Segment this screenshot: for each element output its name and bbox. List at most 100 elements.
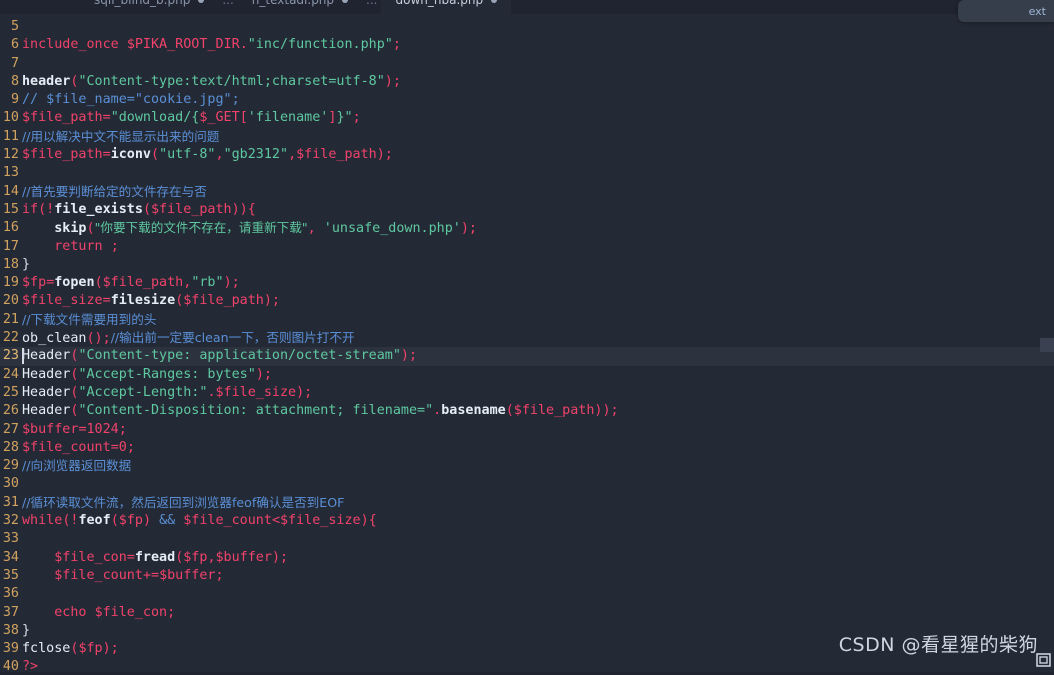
line-number: 11 [2, 128, 19, 144]
code-line[interactable]: 33 [0, 530, 1054, 548]
code-line[interactable]: 7 [0, 55, 1054, 73]
line-number: 21 [2, 311, 19, 327]
code-lines-container: 5 6 include_once $PIKA_ROOT_DIR."inc/func… [0, 14, 1054, 675]
code-line[interactable]: 24 Header("Accept-Ranges: bytes"); [0, 366, 1054, 384]
code-line[interactable]: 10 $file_path="download/{$_GET['filename'… [0, 109, 1054, 127]
code-line-text: Header("Accept-Length:".$file_size); [22, 384, 313, 400]
code-line-text: header("Content-type:text/html;charset=u… [22, 73, 401, 89]
line-number: 10 [2, 110, 19, 126]
scrollbar-marker[interactable] [1040, 338, 1054, 352]
code-line[interactable]: 19 $fp=fopen($file_path,"rb"); [0, 274, 1054, 292]
code-line-text: $file_count=0; [22, 439, 135, 455]
code-line[interactable]: 22 ob_clean();//输出前一定要clean一下，否则图片打不开 [0, 329, 1054, 347]
line-number: 19 [2, 275, 19, 291]
code-line[interactable]: 18} [0, 256, 1054, 274]
line-number: 14 [2, 183, 19, 199]
code-line[interactable]: 12 $file_path=iconv("utf-8","gb2312",$fil… [0, 146, 1054, 164]
code-line-text: $file_path=iconv("utf-8","gb2312",$file_… [22, 147, 393, 163]
resize-corner-icon [1036, 653, 1051, 667]
tab-separator-1: ... [366, 0, 378, 7]
tab-dirty-indicator-icon [342, 0, 349, 3]
code-line-text: // $file_name="cookie.jpg"; [22, 92, 240, 108]
code-line-text: echo $file_con; [54, 604, 176, 620]
floating-panel[interactable]: ext [958, 0, 1054, 22]
editor-tab-0[interactable]: sqli_blind_b.php [80, 0, 218, 14]
line-number: 12 [2, 147, 19, 163]
code-line-text: Header("Content-type: application/octet-… [22, 348, 418, 364]
code-line-text: skip("你要下载的文件不存在，请重新下载", 'unsafe_down.ph… [54, 220, 477, 237]
code-line-text: //向浏览器返回数据 [22, 458, 132, 474]
editor-vertical-scrollbar[interactable] [1040, 14, 1054, 675]
editor-tab-1[interactable]: n_textadi.php [238, 0, 362, 14]
code-line-text: return ; [54, 238, 119, 254]
code-line[interactable]: 13 [0, 164, 1054, 182]
editor-tab-label: n_textadi.php [251, 0, 335, 7]
code-line-text: } [22, 622, 31, 638]
line-number: 34 [2, 549, 19, 565]
code-line[interactable]: 11//用以解决中文不能显示出来的问题 [0, 128, 1054, 146]
line-number: 22 [2, 330, 19, 346]
code-line[interactable]: 16 skip("你要下载的文件不存在，请重新下载", 'unsafe_down… [0, 219, 1054, 237]
code-line[interactable]: 38} [0, 622, 1054, 640]
code-line-text: $buffer=1024; [22, 421, 127, 437]
line-number: 13 [2, 165, 19, 181]
code-line-text: if(!file_exists($file_path)){ [22, 201, 256, 217]
tab-dirty-indicator-icon [198, 0, 205, 3]
code-line[interactable]: 34 $file_con=fread($fp,$buffer); [0, 549, 1054, 567]
code-line[interactable]: 20 $file_size=filesize($file_path); [0, 292, 1054, 310]
code-line[interactable]: 26 Header("Content-Disposition: attachmen… [0, 402, 1054, 420]
code-line[interactable]: 21//下载文件需要用到的头 [0, 311, 1054, 329]
code-line[interactable]: 35 $file_count+=$buffer; [0, 567, 1054, 585]
code-line[interactable]: 31//循环读取文件流，然后返回到浏览器feof确认是否到EOF [0, 494, 1054, 512]
line-number: 24 [2, 366, 19, 382]
code-line-text: fclose($fp); [22, 641, 119, 657]
code-line[interactable]: 36 [0, 585, 1054, 603]
code-line-text: //下载文件需要用到的头 [22, 311, 157, 327]
floating-panel-label: ext [1028, 4, 1046, 18]
code-line[interactable]: 29//向浏览器返回数据 [0, 457, 1054, 475]
line-number: 6 [10, 37, 19, 53]
line-number: 26 [2, 403, 19, 419]
code-line[interactable]: 30 [0, 475, 1054, 493]
text-cursor [22, 348, 24, 365]
code-line[interactable]: 8 header("Content-type:text/html;charset=… [0, 73, 1054, 91]
line-number: 36 [2, 586, 19, 602]
code-line[interactable]: 15 if(!file_exists($file_path)){ [0, 201, 1054, 219]
code-line[interactable]: 27 $buffer=1024; [0, 421, 1054, 439]
editor-pane[interactable]: 5 6 include_once $PIKA_ROOT_DIR."inc/func… [0, 14, 1054, 675]
line-number: 38 [2, 622, 19, 638]
line-number: 27 [2, 421, 19, 437]
code-line[interactable]: 25 Header("Accept-Length:".$file_size); [0, 384, 1054, 402]
code-line[interactable]: 32 while(!feof($fp) && $file_count<$file_… [0, 512, 1054, 530]
code-line-text: $file_size=filesize($file_path); [22, 293, 280, 309]
code-line-text: //循环读取文件流，然后返回到浏览器feof确认是否到EOF [22, 494, 345, 510]
line-number: 39 [2, 641, 19, 657]
code-line-text: while(!feof($fp) && $file_count<$file_si… [22, 513, 377, 529]
code-line[interactable]: 14//首先要判断给定的文件存在与否 [0, 183, 1054, 201]
line-number: 9 [10, 92, 19, 108]
code-line[interactable]: 39 fclose($fp); [0, 640, 1054, 658]
code-line[interactable]: 17 return ; [0, 238, 1054, 256]
code-line[interactable]: 23 Header("Content-type: application/octe… [0, 347, 1054, 366]
line-number: 28 [2, 439, 19, 455]
line-number: 30 [2, 476, 19, 492]
editor-tab-bar: sqli_blind_b.php ... n_textadi.php ... d… [0, 0, 1054, 14]
editor-tab-2[interactable]: down_nba.php [381, 0, 512, 14]
line-number: 8 [10, 73, 19, 89]
code-editor-window: sqli_blind_b.php ... n_textadi.php ... d… [0, 0, 1054, 675]
code-line-text: Header("Accept-Ranges: bytes"); [22, 366, 272, 382]
editor-tab-label: sqli_blind_b.php [94, 0, 191, 7]
line-number: 35 [2, 567, 19, 583]
code-line[interactable]: 28 $file_count=0; [0, 439, 1054, 457]
code-line-text: $file_path="download/{$_GET['filename']}… [22, 110, 361, 126]
line-number: 37 [2, 604, 19, 620]
code-line[interactable]: 6 include_once $PIKA_ROOT_DIR."inc/functi… [0, 36, 1054, 54]
code-line-text: Header("Content-Disposition: attachment;… [22, 403, 619, 419]
code-line[interactable]: 37 echo $file_con; [0, 604, 1054, 622]
code-line[interactable]: 5 [0, 18, 1054, 36]
code-line-text: $file_count+=$buffer; [54, 567, 224, 583]
tab-separator-0: ... [222, 0, 234, 7]
code-line[interactable]: 9// $file_name="cookie.jpg"; [0, 91, 1054, 109]
